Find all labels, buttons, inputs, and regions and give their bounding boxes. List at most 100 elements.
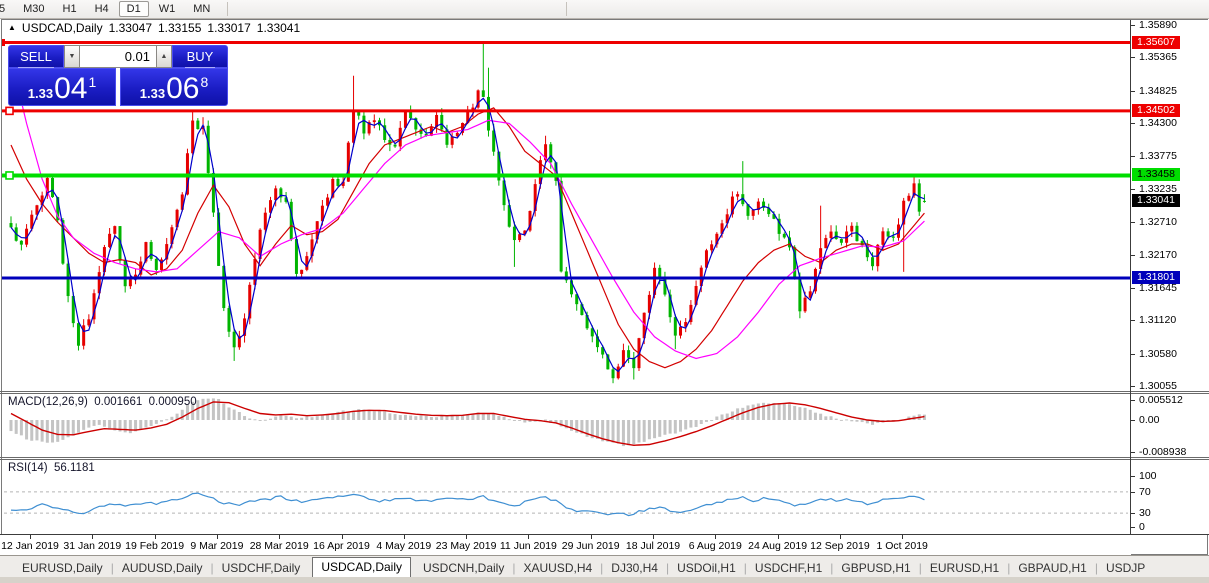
tab-eurusd-h1[interactable]: EURUSD,H1 [922,559,1007,577]
tab-xauusd-h4[interactable]: XAUUSD,H4 [515,559,600,577]
fast-ma-line [11,98,924,371]
sell-price-big: 04 [54,76,87,102]
macd-histogram-bar [170,417,173,420]
macd-indicator-label: MACD(12,26,9) 0.001661 0.000950 [8,396,197,408]
date-tick [591,535,592,539]
macd-histogram-bar [492,414,495,420]
line-drag-handle[interactable] [6,107,13,114]
date-tick [155,535,156,539]
candle-body [124,261,127,286]
macd-signal-line [11,402,924,445]
spinner-down-icon: ▼ [69,53,76,60]
candle-body [627,350,630,358]
macd-histogram-bar [772,403,775,420]
date-tick [466,535,467,539]
price-tick [1131,25,1135,26]
panel-splitter[interactable] [0,391,1209,392]
timeframe-button-m30[interactable]: M30 [15,1,52,17]
macd-signal-value: 0.000950 [149,396,197,408]
buy-button[interactable]: BUY [172,45,228,68]
macd-histogram-bar [82,420,85,430]
price-tick [1131,156,1135,157]
tab-eurusd-daily[interactable]: EURUSD,Daily [14,559,111,577]
slow-ma-line [11,108,924,368]
macd-histogram-bar [316,416,319,420]
price-tick [1131,255,1135,256]
tab-usdoil-h1[interactable]: USDOil,H1 [669,559,744,577]
tab-usdjp[interactable]: USDJP [1098,559,1153,577]
sell-button[interactable]: SELL [8,45,64,68]
macd-histogram-bar [637,420,640,442]
volume-decrease-button[interactable]: ▼ [64,45,80,68]
bottom-strip [0,577,1209,583]
price-level-badge: 1.34502 [1132,104,1180,117]
date-label: 6 Aug 2019 [689,540,742,552]
rsi-tick-label: 100 [1139,470,1157,482]
sell-price-button[interactable]: 1.33 04 1 [8,68,116,106]
panel-splitter[interactable] [0,393,1209,394]
chart-close-value: 1.33041 [257,21,300,35]
macd-histogram-bar [695,420,698,427]
line-drag-handle[interactable] [2,39,5,46]
rsi-tick [1131,527,1135,528]
volume-increase-button[interactable]: ▲ [156,45,172,68]
chart-tab-bar: EURUSD,Daily|AUDUSD,Daily|USDCHF,Daily U… [0,555,1209,577]
macd-histogram-bar [544,420,547,421]
price-tick [1131,222,1135,223]
timeframe-button-d1[interactable]: D1 [119,1,149,17]
macd-histogram-bar [845,419,848,420]
timeframe-button-h4[interactable]: H4 [87,1,117,17]
macd-histogram-bar [430,417,433,420]
candle-body [362,116,365,134]
tab-dj30-h4[interactable]: DJ30,H4 [603,559,666,577]
panel-splitter[interactable] [0,457,1209,458]
macd-histogram-bar [98,420,101,425]
timeframe-button-mn[interactable]: MN [185,1,218,17]
macd-histogram-bar [93,420,96,426]
date-tick [778,535,779,539]
rsi-chart-canvas[interactable] [2,461,1130,533]
macd-histogram-bar [700,420,703,424]
date-tick [92,535,93,539]
macd-histogram-bar [404,415,407,420]
buy-price-button[interactable]: 1.33 06 8 [120,68,228,106]
macd-histogram-bar [440,416,443,420]
tab-usdchf-daily[interactable]: USDCHF,Daily [214,559,309,577]
tab-usdcnh-daily[interactable]: USDCNH,Daily [415,559,512,577]
candle-body [300,270,303,274]
macd-histogram-bar [710,420,713,421]
macd-histogram-bar [861,420,864,422]
macd-histogram-bar [264,420,267,421]
macd-histogram-bar [612,420,615,443]
tab-usdchf-h1[interactable]: USDCHF,H1 [747,559,830,577]
tab-gbpaud-h1[interactable]: GBPAUD,H1 [1010,559,1094,577]
price-tick-label: 1.34825 [1139,85,1177,97]
macd-histogram-bar [144,420,147,428]
macd-histogram-bar [705,420,708,422]
tab-gbpusd-h1[interactable]: GBPUSD,H1 [833,559,918,577]
price-tick-label: 1.32170 [1139,249,1177,261]
panel-splitter[interactable] [0,459,1209,460]
tab-usdcad-daily[interactable]: USDCAD,Daily [312,557,411,577]
macd-histogram-bar [87,420,90,428]
macd-histogram-bar [752,405,755,420]
macd-histogram-bar [746,405,749,420]
timeframe-button-h1[interactable]: H1 [55,1,85,17]
line-drag-handle[interactable] [6,172,13,179]
timeframe-button-5[interactable]: 5 [0,1,13,17]
volume-input[interactable]: 0.01 [80,45,156,68]
macd-histogram-bar [139,420,142,429]
macd-histogram-bar [684,420,687,429]
macd-histogram-bar [378,411,381,420]
rsi-indicator-label: RSI(14) 56.1181 [8,462,95,474]
price-level-badge: 1.31801 [1132,271,1180,284]
one-click-trading-panel: SELL ▼ 0.01 ▲ BUY 1.33 04 1 1.33 06 8 [8,45,228,106]
macd-histogram-bar [305,416,308,420]
price-tick [1131,91,1135,92]
rsi-tick [1131,513,1135,514]
macd-histogram-bar [653,420,656,438]
date-label: 24 Aug 2019 [748,540,807,552]
tab-audusd-daily[interactable]: AUDUSD,Daily [114,559,211,577]
timeframe-button-w1[interactable]: W1 [151,1,184,17]
candle-body [274,188,277,200]
